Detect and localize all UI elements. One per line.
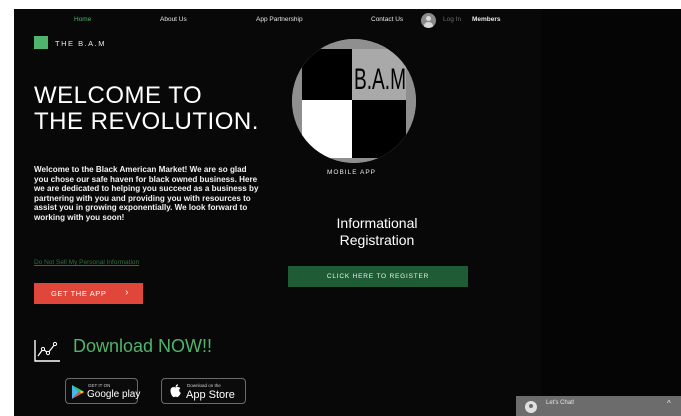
chat-widget[interactable]: Let's Chat! ^ <box>516 396 681 416</box>
intro-text: Welcome to the Black American Market! We… <box>34 165 259 222</box>
chat-label: Let's Chat! <box>546 400 575 406</box>
nav-contact-us[interactable]: Contact Us <box>371 16 403 23</box>
chat-avatar-icon <box>525 401 537 413</box>
brand-name[interactable]: THE B.A.M <box>55 39 106 48</box>
mobile-app-label: MOBILE APP <box>327 169 377 176</box>
app-store-badge[interactable]: Download on the App Store <box>161 378 246 404</box>
nav-app-partnership[interactable]: App Partnership <box>256 16 303 23</box>
google-play-icon <box>72 385 84 399</box>
nav-home[interactable]: Home <box>74 16 91 23</box>
site-frame: Home About Us App Partnership Contact Us… <box>14 9 681 416</box>
info-line-1: Informational <box>336 215 418 231</box>
info-line-2: Registration <box>339 232 415 248</box>
google-play-badge[interactable]: GET IT ON Google play <box>65 378 141 404</box>
chevron-up-icon[interactable]: ^ <box>667 399 671 408</box>
download-heading: Download NOW!! <box>73 336 213 356</box>
privacy-link[interactable]: Do Not Sell My Personal Information <box>34 259 139 266</box>
user-avatar-icon[interactable] <box>421 13 436 28</box>
info-heading: Informational Registration <box>288 215 466 249</box>
members-link[interactable]: Members <box>472 16 501 23</box>
apple-icon <box>170 384 181 398</box>
hero-line-2: THE REVOLUTION. <box>34 108 259 135</box>
app-store-big-text: App Store <box>186 389 235 401</box>
nav-about-us[interactable]: About Us <box>160 16 187 23</box>
register-button[interactable]: CLICK HERE TO REGISTER <box>288 266 468 287</box>
arrow-right-icon: › <box>125 287 129 298</box>
top-nav: Home About Us App Partnership Contact Us… <box>14 9 541 33</box>
google-play-big-text: Google play <box>87 389 141 400</box>
logo-text: B.A.M <box>354 63 406 96</box>
login-link[interactable]: Log In <box>443 16 461 23</box>
get-the-app-button[interactable]: GET THE APP › <box>34 283 143 304</box>
hero-line-1: WELCOME TO <box>34 82 203 109</box>
right-panel <box>541 9 681 416</box>
brand-logo-icon[interactable] <box>34 36 48 49</box>
google-play-small-text: GET IT ON <box>88 383 111 388</box>
get-the-app-label: GET THE APP <box>51 289 107 298</box>
app-store-small-text: Download on the <box>187 383 221 388</box>
hero-headline: WELCOME TO THE REVOLUTION. <box>34 83 259 135</box>
bam-logo: B.A.M <box>292 39 416 163</box>
chart-trend-icon <box>34 340 60 362</box>
